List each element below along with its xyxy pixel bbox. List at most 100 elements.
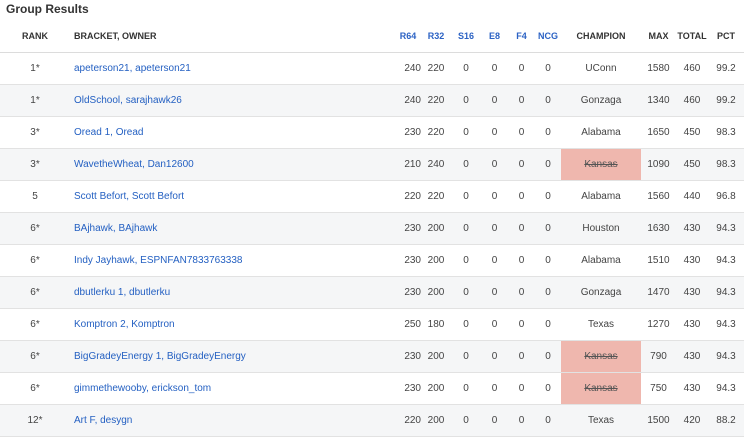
- e8-cell: 0: [481, 244, 508, 277]
- s16-cell: 0: [451, 276, 481, 309]
- col-rank[interactable]: RANK: [0, 20, 70, 53]
- table-row: 6* Komptron 2, Komptron 250 180 0 0 0 0 Texas 127…: [0, 308, 744, 341]
- total-cell: 430: [676, 372, 708, 405]
- ncg-cell: 0: [535, 52, 561, 85]
- r64-cell: 220: [395, 180, 421, 213]
- f4-cell: 0: [508, 308, 535, 341]
- max-cell: 1650: [641, 116, 676, 149]
- bracket-link[interactable]: BigGradeyEnergy 1: [74, 351, 161, 362]
- col-e8[interactable]: E8: [481, 20, 508, 53]
- max-cell: 1580: [641, 52, 676, 85]
- col-max[interactable]: MAX: [641, 20, 676, 53]
- owner-link[interactable]: Oread: [116, 127, 144, 138]
- r32-cell: 200: [421, 276, 451, 309]
- header-row: RANK BRACKET, OWNER R64 R32 S16 E8 F4 NC…: [0, 20, 744, 53]
- bracket-link[interactable]: Komptron 2: [74, 319, 126, 330]
- col-pct[interactable]: PCT: [708, 20, 744, 53]
- table-row: 6* dbutlerku 1, dbutlerku 230 200 0 0 0 0 Gonzag…: [0, 276, 744, 309]
- f4-cell: 0: [508, 404, 535, 437]
- bracket-link[interactable]: OldSchool: [74, 95, 120, 106]
- max-cell: 1270: [641, 308, 676, 341]
- owner-link[interactable]: Scott Befort: [132, 191, 184, 202]
- e8-cell: 0: [481, 308, 508, 341]
- ncg-cell: 0: [535, 116, 561, 149]
- r64-cell: 240: [395, 84, 421, 117]
- e8-cell: 0: [481, 212, 508, 245]
- col-s16[interactable]: S16: [451, 20, 481, 53]
- owner-link[interactable]: BAjhawk: [118, 223, 157, 234]
- total-cell: 420: [676, 404, 708, 437]
- ncg-cell: 0: [535, 372, 561, 405]
- rank-cell: 6*: [0, 308, 70, 341]
- e8-cell: 0: [481, 52, 508, 85]
- table-row: 3* Oread 1, Oread 230 220 0 0 0 0 Alabama 1650 450…: [0, 116, 744, 149]
- bracket-link[interactable]: WavetheWheat: [74, 159, 142, 170]
- table-row: 3* WavetheWheat, Dan12600 210 240 0 0 0 0 Kansas…: [0, 148, 744, 181]
- max-cell: 790: [641, 340, 676, 373]
- ncg-cell: 0: [535, 276, 561, 309]
- bracket-link[interactable]: apeterson21: [74, 63, 130, 74]
- col-f4[interactable]: F4: [508, 20, 535, 53]
- col-ncg[interactable]: NCG: [535, 20, 561, 53]
- owner-link[interactable]: BigGradeyEnergy: [167, 351, 246, 362]
- col-total[interactable]: TOTAL: [676, 20, 708, 53]
- bracket-link[interactable]: gimmethewooby: [74, 383, 146, 394]
- bracket-owner-cell: dbutlerku 1, dbutlerku: [70, 276, 395, 309]
- s16-cell: 0: [451, 244, 481, 277]
- bracket-link[interactable]: Art F: [74, 415, 95, 426]
- r32-cell: 200: [421, 372, 451, 405]
- owner-link[interactable]: ESPNFAN7833763338: [140, 255, 242, 266]
- ncg-cell: 0: [535, 212, 561, 245]
- r64-cell: 230: [395, 372, 421, 405]
- e8-cell: 0: [481, 404, 508, 437]
- table-row: 5 Scott Befort, Scott Befort 220 220 0 0 0 0 Ala…: [0, 180, 744, 213]
- f4-cell: 0: [508, 84, 535, 117]
- col-r64[interactable]: R64: [395, 20, 421, 53]
- r32-cell: 220: [421, 180, 451, 213]
- champion-cell: Alabama: [561, 244, 641, 277]
- table-row: 6* gimmethewooby, erickson_tom 230 200 0 0 0 0 K…: [0, 372, 744, 405]
- owner-link[interactable]: dbutlerku: [129, 287, 170, 298]
- champion-name: Kansas: [584, 383, 618, 394]
- col-bracket-owner[interactable]: BRACKET, OWNER: [70, 20, 395, 53]
- r64-cell: 230: [395, 244, 421, 277]
- owner-link[interactable]: desygn: [100, 415, 132, 426]
- bracket-link[interactable]: Scott Befort: [74, 191, 126, 202]
- r64-cell: 210: [395, 148, 421, 181]
- ncg-cell: 0: [535, 180, 561, 213]
- e8-cell: 0: [481, 372, 508, 405]
- f4-cell: 0: [508, 276, 535, 309]
- s16-cell: 0: [451, 340, 481, 373]
- champion-cell: Texas: [561, 308, 641, 341]
- champion-cell: UConn: [561, 52, 641, 85]
- rank-cell: 6*: [0, 276, 70, 309]
- max-cell: 1500: [641, 404, 676, 437]
- bracket-owner-cell: gimmethewooby, erickson_tom: [70, 372, 395, 405]
- champion-name: Gonzaga: [580, 287, 622, 298]
- col-r32[interactable]: R32: [421, 20, 451, 53]
- r32-cell: 240: [421, 148, 451, 181]
- owner-link[interactable]: apeterson21: [135, 63, 191, 74]
- bracket-link[interactable]: dbutlerku 1: [74, 287, 123, 298]
- total-cell: 430: [676, 308, 708, 341]
- rank-cell: 1*: [0, 52, 70, 85]
- bracket-owner-cell: Indy Jayhawk, ESPNFAN7833763338: [70, 244, 395, 277]
- bracket-link[interactable]: Indy Jayhawk: [74, 255, 135, 266]
- owner-link[interactable]: Komptron: [131, 319, 174, 330]
- owner-link[interactable]: Dan12600: [148, 159, 194, 170]
- pct-cell: 96.8: [708, 180, 744, 213]
- table-row: 1* OldSchool, sarajhawk26 240 220 0 0 0 0 Gonzag…: [0, 84, 744, 117]
- bracket-link[interactable]: BAjhawk: [74, 223, 113, 234]
- bracket-owner-cell: Komptron 2, Komptron: [70, 308, 395, 341]
- f4-cell: 0: [508, 340, 535, 373]
- r32-cell: 220: [421, 84, 451, 117]
- r64-cell: 250: [395, 308, 421, 341]
- owner-link[interactable]: erickson_tom: [152, 383, 211, 394]
- f4-cell: 0: [508, 116, 535, 149]
- bracket-link[interactable]: Oread 1: [74, 127, 110, 138]
- f4-cell: 0: [508, 52, 535, 85]
- owner-link[interactable]: sarajhawk26: [126, 95, 182, 106]
- r32-cell: 200: [421, 340, 451, 373]
- col-champion[interactable]: CHAMPION: [561, 20, 641, 53]
- champion-name: Texas: [587, 319, 615, 330]
